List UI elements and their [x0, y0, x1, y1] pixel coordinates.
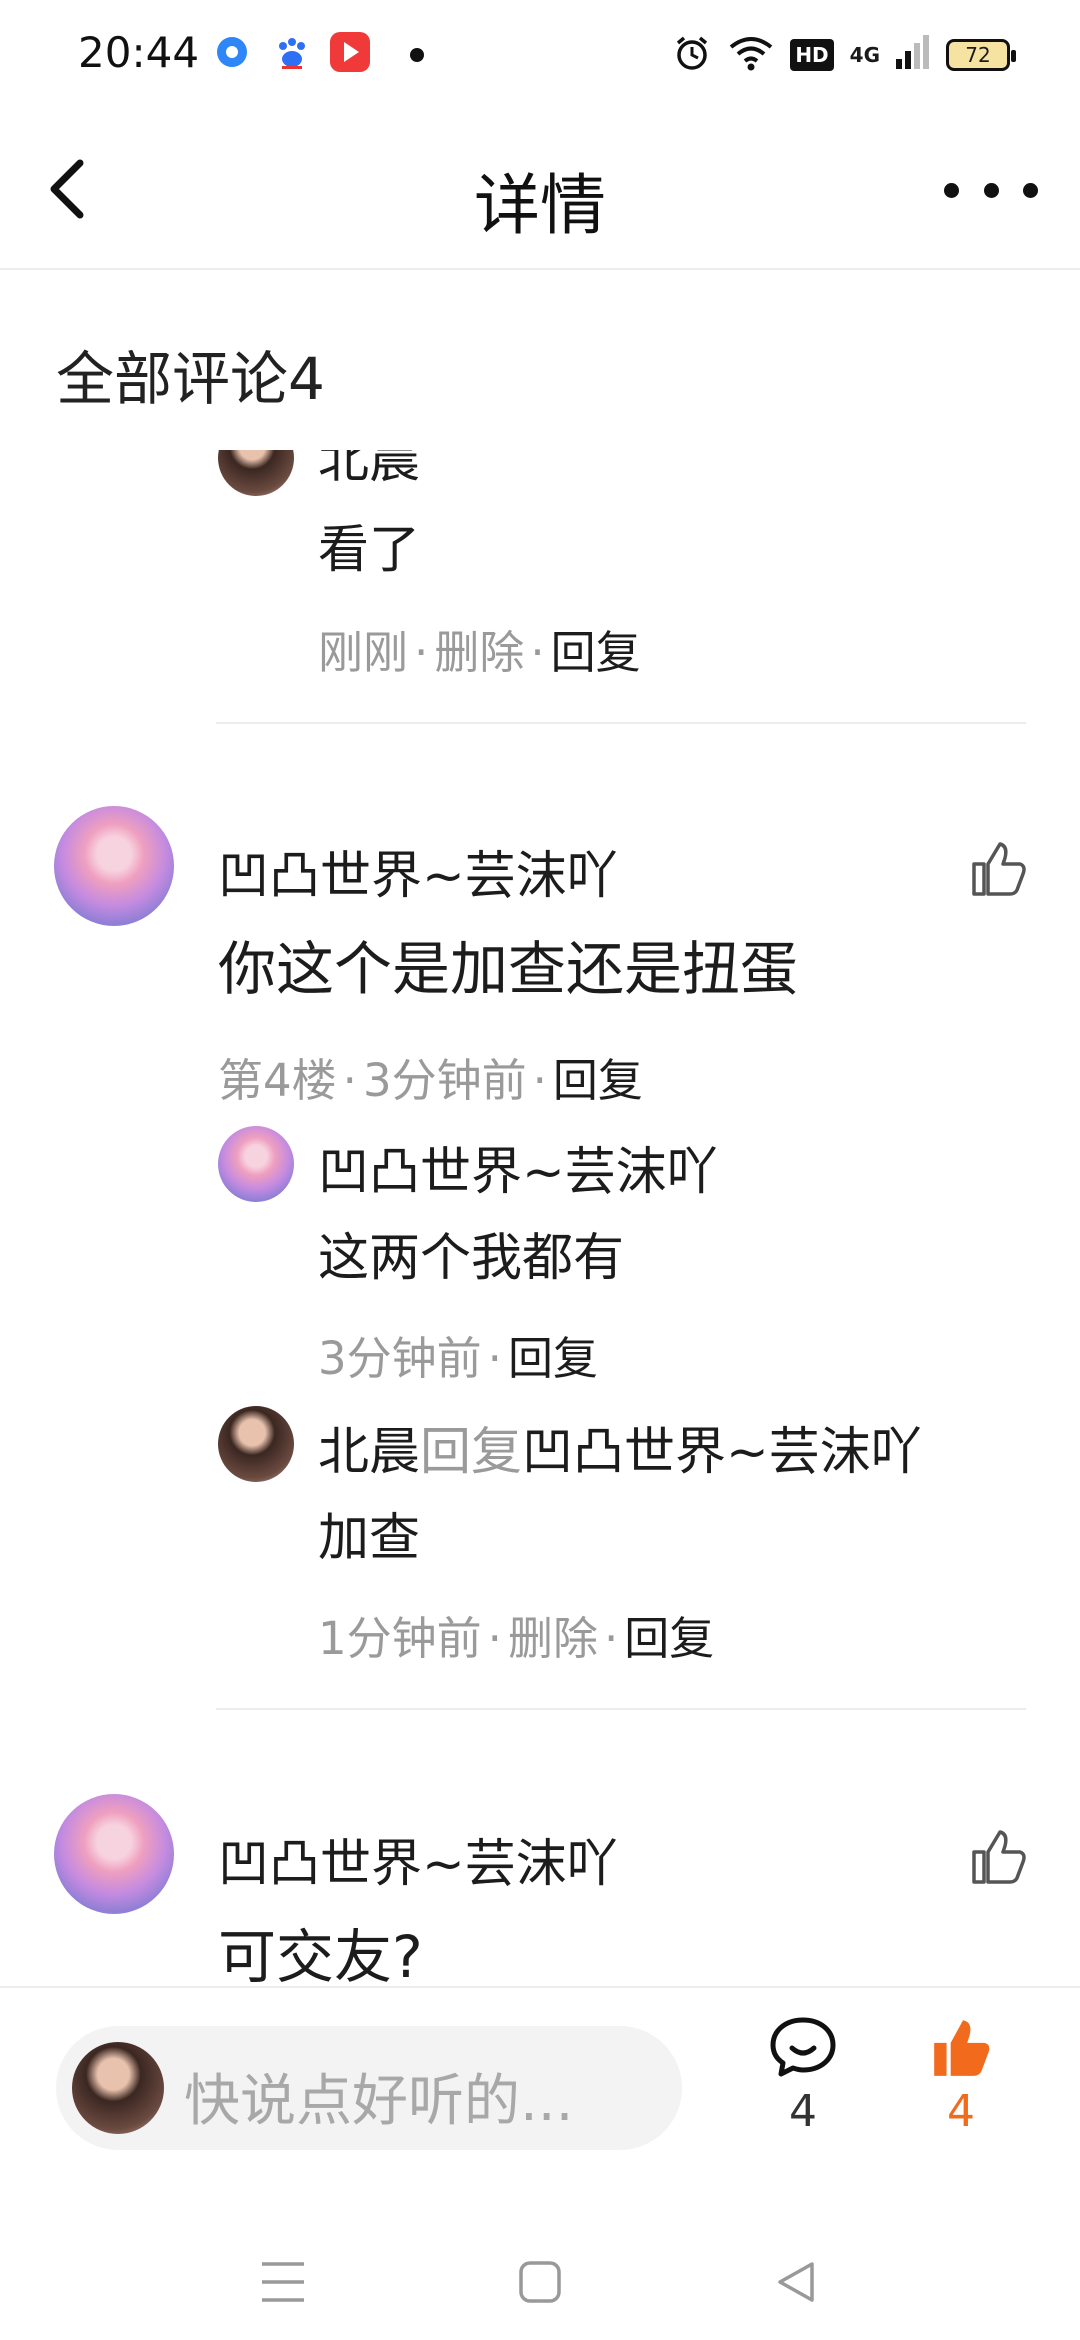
- reply-author[interactable]: 北晨: [318, 1423, 420, 1482]
- reply-word: 回复: [420, 1423, 523, 1482]
- reply-time: 3分钟前: [318, 1332, 482, 1385]
- comment-input[interactable]: 快说点好听的...: [56, 2026, 682, 2150]
- home-icon[interactable]: [518, 2260, 562, 2308]
- alarm-icon: [672, 33, 712, 77]
- avatar[interactable]: [218, 450, 294, 496]
- all-comments-header: 全部评论4: [56, 345, 325, 413]
- comment-count-button[interactable]: 4: [748, 2014, 858, 2137]
- thumbs-up-icon[interactable]: [966, 836, 1030, 900]
- like-count-button[interactable]: 4: [906, 2014, 1016, 2137]
- avatar: [72, 2042, 164, 2134]
- reply-link[interactable]: 回复: [553, 1054, 643, 1107]
- signal-icon: [896, 33, 930, 77]
- top-nav-bar: 详情: [0, 108, 1080, 270]
- menu-icon[interactable]: [258, 2260, 308, 2308]
- back-triangle-icon[interactable]: [774, 2260, 818, 2308]
- system-nav-bar: [0, 2186, 1080, 2340]
- notification-dot: [410, 48, 424, 62]
- more-dots-icon[interactable]: [936, 170, 1046, 210]
- reply-text: 看了: [318, 521, 421, 580]
- comment-time: 3分钟前: [362, 1054, 527, 1107]
- avatar[interactable]: [54, 1794, 174, 1914]
- status-right-group: HD 4G 72: [672, 30, 1016, 80]
- status-time: 20:44: [78, 28, 200, 77]
- thumbs-up-filled-icon: [934, 2020, 990, 2076]
- video-app-icon: [330, 32, 370, 72]
- page-title: 详情: [474, 167, 606, 244]
- divider: [216, 1708, 1026, 1710]
- comment-bubble-icon: [770, 2017, 836, 2077]
- reply-link[interactable]: 回复: [551, 626, 641, 679]
- avatar[interactable]: [54, 806, 174, 926]
- comment-author[interactable]: 凹凸世界~芸沫吖: [218, 834, 618, 908]
- floor-number: 第4楼: [218, 1054, 337, 1107]
- avatar[interactable]: [218, 1406, 294, 1482]
- reply-text: 这两个我都有: [318, 1229, 625, 1288]
- bottom-action-bar: 快说点好听的... 4 4: [0, 1986, 1080, 2186]
- reply-author[interactable]: 凹凸世界~芸沫吖: [318, 1130, 718, 1204]
- thumbs-up-icon[interactable]: [966, 1824, 1030, 1888]
- reply-meta: 刚刚 · 删除 · 回复: [318, 626, 641, 679]
- reply-target[interactable]: 凹凸世界~芸沫吖: [522, 1423, 922, 1482]
- comment-text: 可交友?: [218, 1923, 423, 1988]
- app-icon-blue: [212, 32, 252, 72]
- reply-link[interactable]: 回复: [508, 1332, 598, 1385]
- comment-list[interactable]: 北晨 看了 刚刚 · 删除 · 回复 凹凸世界~芸沫吖 你这个是加查还是扭蛋 第4楼 · 3…: [0, 450, 1080, 1988]
- reply-time: 1分钟前: [318, 1612, 482, 1665]
- reply-text: 加查: [318, 1509, 421, 1568]
- reply-time: 刚刚: [318, 626, 409, 679]
- reply-meta: 3分钟前 · 回复: [318, 1332, 598, 1385]
- status-bar: 20:44 HD 4G 72: [0, 0, 1080, 108]
- comment-count: 4: [789, 2086, 817, 2137]
- reply-meta: 1分钟前 · 删除 · 回复: [318, 1612, 715, 1665]
- reply-header: 北晨回复凹凸世界~芸沫吖: [318, 1410, 922, 1484]
- reply-author[interactable]: 北晨: [318, 450, 420, 492]
- wifi-icon: [728, 33, 774, 77]
- comment-text: 你这个是加查还是扭蛋: [218, 935, 799, 1003]
- avatar[interactable]: [218, 1126, 294, 1202]
- hd-badge: HD: [790, 39, 834, 71]
- delete-link[interactable]: 删除: [508, 1612, 598, 1665]
- battery-indicator: 72: [946, 39, 1016, 71]
- like-count: 4: [947, 2086, 975, 2137]
- network-type: 4G: [849, 43, 880, 67]
- reply-link[interactable]: 回复: [624, 1612, 714, 1665]
- delete-link[interactable]: 删除: [434, 626, 524, 679]
- divider: [216, 722, 1026, 724]
- comment-author[interactable]: 凹凸世界~芸沫吖: [218, 1822, 618, 1896]
- input-placeholder: 快说点好听的...: [184, 2069, 574, 2134]
- baidu-paw-icon: [272, 32, 312, 72]
- comment-meta: 第4楼 · 3分钟前 · 回复: [218, 1054, 643, 1107]
